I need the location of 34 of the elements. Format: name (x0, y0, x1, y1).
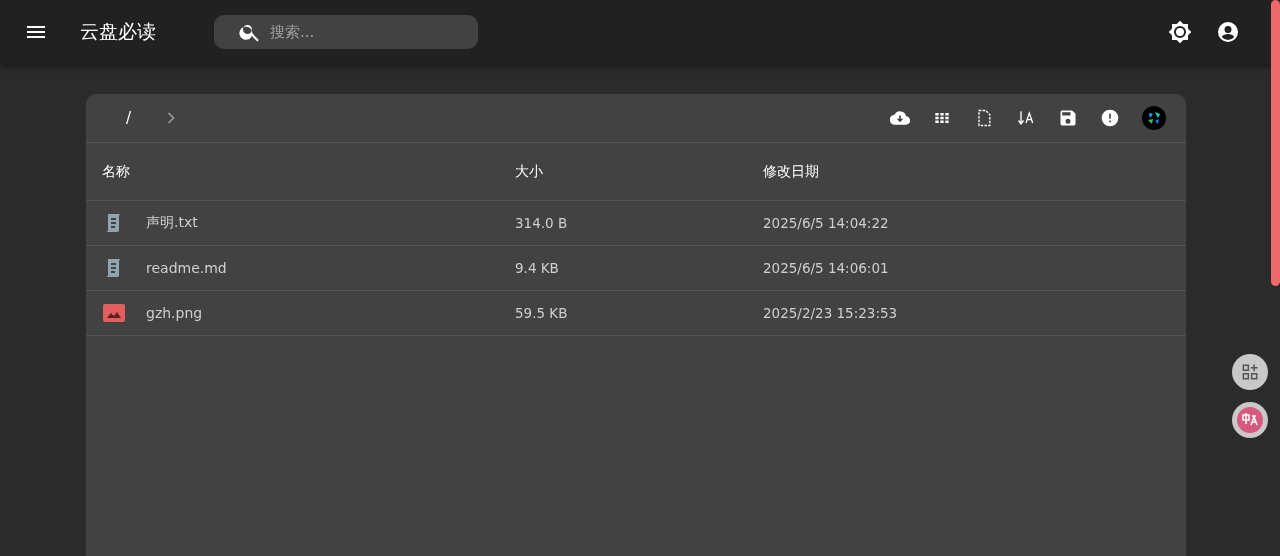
search-field[interactable]: 搜索... (214, 15, 478, 49)
app-title: 云盘必读 (80, 19, 156, 44)
info-button[interactable] (1100, 108, 1120, 128)
file-row[interactable]: 声明.txt 314.0 B 2025/6/5 14:04:22 (86, 201, 1186, 246)
app-logo-button[interactable] (1142, 106, 1166, 130)
upload-button[interactable] (890, 108, 910, 128)
widgets-icon (1240, 362, 1260, 382)
file-name: 声明.txt (146, 214, 198, 232)
save-button[interactable] (1058, 108, 1078, 128)
widgets-button[interactable] (1232, 354, 1268, 390)
translate-button[interactable] (1232, 402, 1268, 438)
file-size: 9.4 KB (515, 260, 560, 276)
modified-date: 2025/2/23 15:23:53 (763, 305, 898, 321)
brightness-icon (1168, 20, 1192, 44)
file-name: readme.md (146, 260, 227, 276)
column-header[interactable]: 名称 (102, 162, 515, 181)
column-header[interactable]: 大小 (515, 162, 763, 181)
file-size: 314.0 B (515, 215, 569, 231)
file-row[interactable]: gzh.png 59.5 KB 2025/2/23 15:23:53 (86, 291, 1186, 336)
alert-icon (1100, 108, 1120, 128)
logo-icon (1142, 106, 1166, 130)
translate-icon (1237, 407, 1263, 433)
account-icon (1216, 20, 1240, 44)
modified-date: 2025/6/5 14:06:01 (763, 260, 889, 276)
file-size: 59.5 KB (515, 305, 569, 321)
breadcrumb-root[interactable]: / (126, 109, 132, 127)
modified-date: 2025/6/5 14:04:22 (763, 215, 889, 231)
cloud-download-icon (890, 108, 910, 128)
file-row[interactable]: readme.md 9.4 KB 2025/6/5 14:06:01 (86, 246, 1186, 291)
image-file-icon (102, 301, 126, 325)
save-icon (1058, 108, 1078, 128)
scrollbar-thumb[interactable] (1271, 0, 1280, 286)
column-header[interactable]: 修改日期 (763, 162, 819, 181)
file-name: gzh.png (146, 305, 203, 321)
